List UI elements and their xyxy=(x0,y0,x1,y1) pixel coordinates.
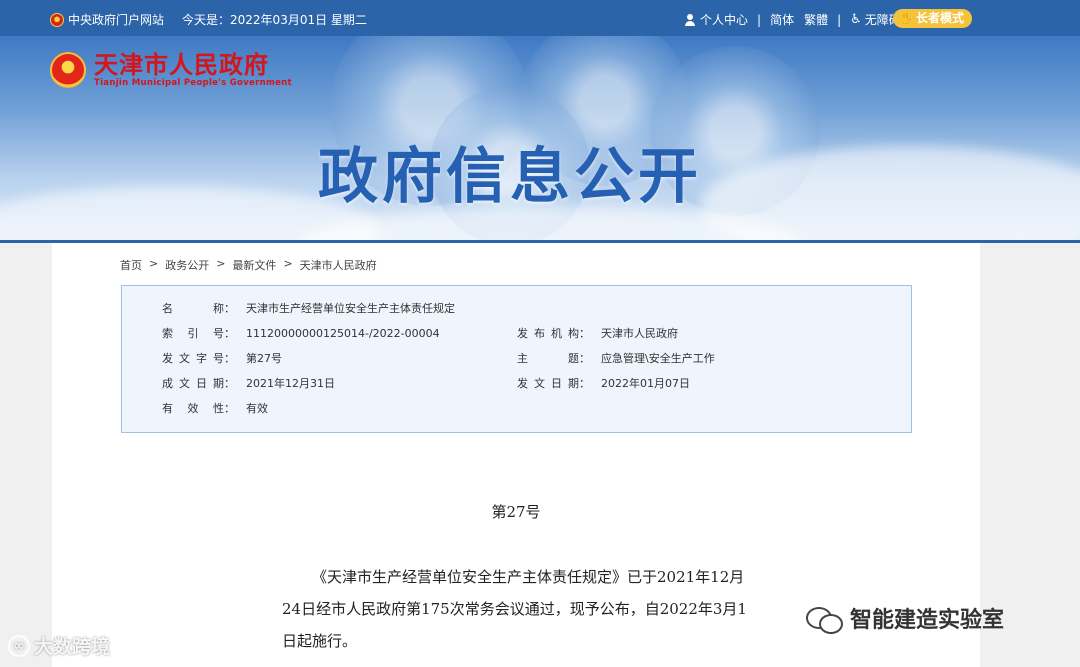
wechat-icon xyxy=(806,605,843,634)
breadcrumb-latest-docs[interactable]: 最新文件 xyxy=(232,257,276,273)
meta-index-label: 索引号 xyxy=(162,327,224,340)
elder-mode-button[interactable]: ✋ 长者模式 xyxy=(893,9,972,28)
national-emblem-icon xyxy=(50,52,86,88)
breadcrumb-sep: > xyxy=(149,257,159,270)
watermark-right: 智能建造实验室 xyxy=(806,602,1004,634)
logo-text: 天津市人民政府 Tianjin Municipal People's Gover… xyxy=(94,52,292,88)
meta-topic-label: 主题 xyxy=(517,352,579,365)
meta-publisher-label: 发布机构 xyxy=(517,327,579,340)
person-icon xyxy=(684,13,696,26)
logo-title-en: Tianjin Municipal People's Government xyxy=(94,78,292,88)
meta-publisher-value: 天津市人民政府 xyxy=(601,327,678,340)
watermark-left: ∞ 大数跨境 xyxy=(8,632,110,659)
personal-center-link[interactable]: 个人中心 xyxy=(700,11,748,28)
elder-mode-label: 长者模式 xyxy=(915,11,964,25)
today-date: 今天是：2022年03月01日 星期二 xyxy=(182,13,367,27)
meta-created-value: 2021年12月31日 xyxy=(246,377,335,390)
meta-colon: ： xyxy=(224,352,235,365)
meta-colon: ： xyxy=(224,302,235,315)
watermark-logo-icon: ∞ xyxy=(8,634,30,657)
simplified-chinese-link[interactable]: 简体 xyxy=(770,11,794,28)
site-logo[interactable]: 天津市人民政府 Tianjin Municipal People's Gover… xyxy=(50,52,292,88)
meta-colon: ： xyxy=(224,377,235,390)
meta-colon: ： xyxy=(579,377,590,390)
meta-row-dates: 成文日期 ： 2021年12月31日 发文日期 ： 2022年01月07日 xyxy=(122,373,911,393)
traditional-chinese-link[interactable]: 繁體 xyxy=(804,11,828,28)
breadcrumb-sep: > xyxy=(216,257,226,270)
meta-colon: ： xyxy=(579,352,590,365)
breadcrumb-sep: > xyxy=(283,257,293,270)
meta-row-docno: 发文字号 ： 第27号 主题 ： 应急管理\安全生产工作 xyxy=(122,348,911,368)
watermark-right-text: 智能建造实验室 xyxy=(850,608,1005,633)
meta-issued-label: 发文日期 xyxy=(517,377,579,390)
breadcrumb-home[interactable]: 首页 xyxy=(120,257,142,273)
watermark-left-text: 大数跨境 xyxy=(34,636,111,658)
meta-issued-value: 2022年01月07日 xyxy=(601,377,690,390)
meta-docno-label: 发文字号 xyxy=(162,352,224,365)
meta-colon: ： xyxy=(579,327,590,340)
meta-name-label: 名称 xyxy=(162,302,224,315)
document-body-paragraph: 《天津市生产经营单位安全生产主体责任规定》已于2021年12月24日经市人民政府… xyxy=(282,568,747,650)
separator: | xyxy=(837,12,842,27)
banner-title: 政府信息公开 xyxy=(318,142,702,212)
national-emblem-icon xyxy=(50,12,64,27)
document-number: 第27号 xyxy=(491,503,541,521)
meta-validity-value: 有效 xyxy=(246,402,268,415)
central-portal-link[interactable]: 中央政府门户网站 xyxy=(68,11,164,28)
meta-colon: ： xyxy=(224,402,235,415)
breadcrumb: 首页 > 政务公开 > 最新文件 > 天津市人民政府 xyxy=(120,257,377,273)
accessibility-icon: ♿ xyxy=(850,12,862,27)
separator: | xyxy=(757,12,762,27)
document-metadata-box: 名称 ： 天津市生产经营单位安全生产主体责任规定 索引号 ： 111200000… xyxy=(121,285,912,433)
breadcrumb-tianjin-gov[interactable]: 天津市人民政府 xyxy=(300,257,377,273)
hand-icon: ✋ xyxy=(899,12,913,25)
meta-docno-value: 第27号 xyxy=(246,352,282,365)
meta-name-value: 天津市生产经营单位安全生产主体责任规定 xyxy=(246,302,455,315)
top-bar-left: 中央政府门户网站 今天是：2022年03月01日 星期二 xyxy=(50,11,367,28)
meta-row-name: 名称 ： 天津市生产经营单位安全生产主体责任规定 xyxy=(122,298,911,318)
breadcrumb-gov-affairs[interactable]: 政务公开 xyxy=(165,257,209,273)
meta-row-validity: 有效性 ： 有效 xyxy=(122,398,911,418)
meta-created-label: 成文日期 xyxy=(162,377,224,390)
meta-colon: ： xyxy=(224,327,235,340)
meta-index-value: 11120000000125014-/2022-00004 xyxy=(246,326,440,340)
logo-title-cn: 天津市人民政府 xyxy=(94,51,269,79)
meta-row-index: 索引号 ： 11120000000125014-/2022-00004 发布机构… xyxy=(122,323,911,343)
meta-validity-label: 有效性 xyxy=(162,402,224,415)
meta-topic-value: 应急管理\安全生产工作 xyxy=(601,352,715,365)
top-bar-right: 个人中心 | 简体 繁體 | ♿ 无障碍 xyxy=(684,11,901,28)
